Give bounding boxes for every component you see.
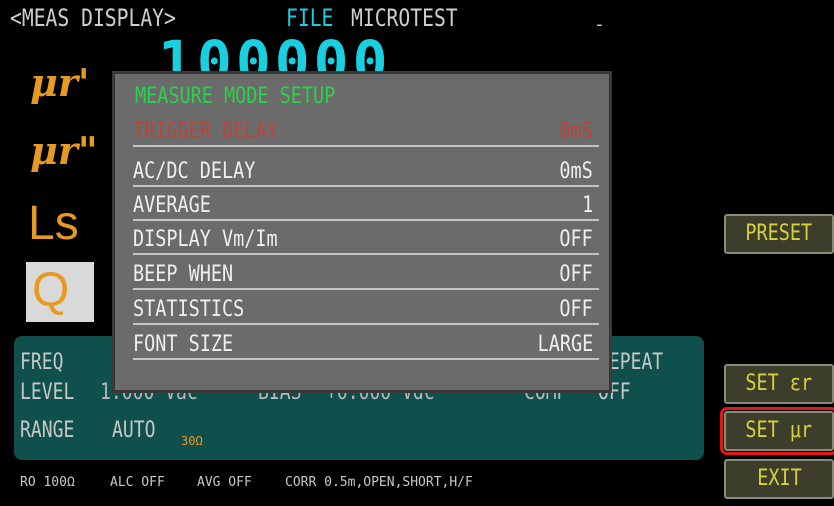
- setting-label: FONT SIZE: [133, 332, 234, 357]
- set-mr-softkey[interactable]: SET μr: [720, 407, 834, 455]
- setting-label: BEEP WHEN: [133, 262, 234, 287]
- range-value: AUTO: [112, 418, 156, 443]
- setting-trigger-delay[interactable]: TRIGGER DELAY 0mS: [133, 117, 599, 147]
- set-mr-softkey-label: SET μr: [745, 418, 813, 443]
- screen-title: <MEAS DISPLAY>: [10, 4, 176, 32]
- setting-value: 0mS: [559, 159, 593, 184]
- setting-label: DISPLAY Vm/Im: [133, 227, 278, 252]
- setting-value: 0mS: [559, 119, 593, 144]
- preset-softkey-label: PRESET: [745, 221, 813, 246]
- setting-label: TRIGGER DELAY: [133, 119, 278, 144]
- setting-value: OFF: [559, 227, 593, 252]
- setting-display-vm-im[interactable]: DISPLAY Vm/Im OFF: [133, 225, 599, 255]
- param-ls[interactable]: Ls: [28, 196, 79, 251]
- status-ro: RO 100Ω: [20, 475, 75, 490]
- setting-font-size[interactable]: FONT SIZE LARGE: [133, 330, 599, 360]
- setting-value: OFF: [559, 262, 593, 287]
- range-label: RANGE: [20, 418, 75, 443]
- setting-value: 1: [581, 193, 593, 218]
- status-alc: ALC OFF: [110, 475, 165, 490]
- measure-mode-setup-dialog: MEASURE MODE SETUP TRIGGER DELAY 0mS AC/…: [114, 73, 610, 391]
- setting-label: AC/DC DELAY: [133, 159, 256, 184]
- setting-value: OFF: [559, 297, 593, 322]
- exit-softkey-label: EXIT: [756, 466, 802, 491]
- level-label: LEVEL: [20, 380, 75, 405]
- setting-label: AVERAGE: [133, 193, 211, 218]
- range-sub-value: 30Ω: [181, 434, 203, 448]
- param-mu-r-double-prime[interactable]: μr": [30, 128, 98, 173]
- set-er-softkey-label: SET εr: [745, 371, 813, 396]
- setting-acdc-delay[interactable]: AC/DC DELAY 0mS: [133, 157, 599, 187]
- freq-label: FREQ: [20, 350, 64, 375]
- dialog-title: MEASURE MODE SETUP: [135, 84, 336, 109]
- setting-label: STATISTICS: [133, 297, 245, 322]
- setting-statistics[interactable]: STATISTICS OFF: [133, 295, 599, 325]
- status-avg: AVG OFF: [197, 475, 252, 490]
- header-bar: <MEAS DISPLAY> FILE MICROTEST -: [0, 0, 834, 42]
- set-er-softkey[interactable]: SET εr: [724, 364, 834, 404]
- setting-value: LARGE: [537, 332, 593, 357]
- setting-beep-when[interactable]: BEEP WHEN OFF: [133, 260, 599, 290]
- param-q-selected[interactable]: Q: [26, 262, 94, 322]
- header-dash: -: [594, 14, 605, 35]
- param-mu-r-prime[interactable]: μr': [30, 60, 89, 105]
- status-corr: CORR 0.5m,OPEN,SHORT,H/F: [285, 475, 473, 490]
- setting-average[interactable]: AVERAGE 1: [133, 191, 599, 221]
- exit-softkey[interactable]: EXIT: [724, 459, 834, 499]
- preset-softkey[interactable]: PRESET: [724, 214, 834, 254]
